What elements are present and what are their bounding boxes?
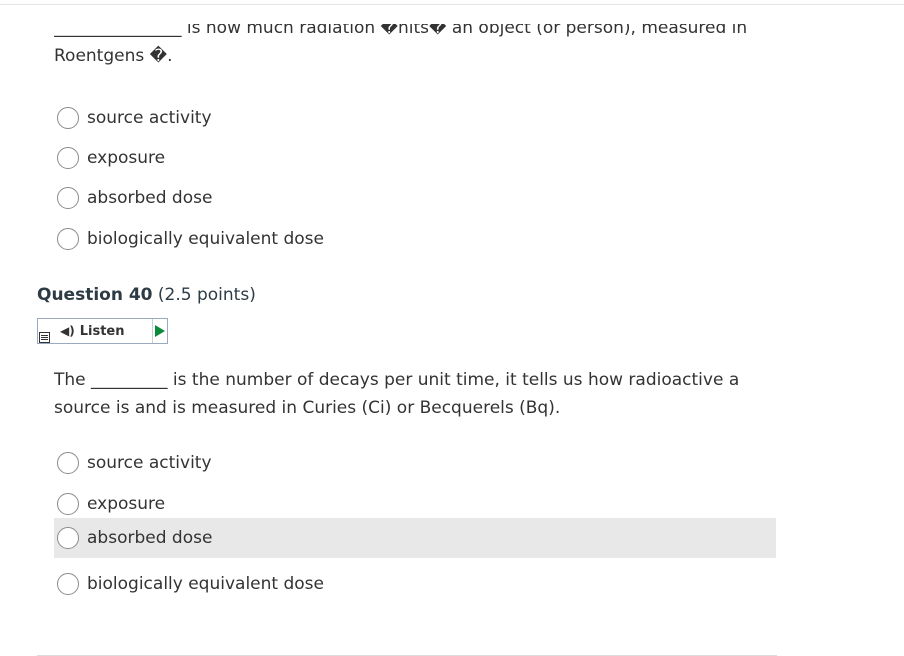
- menu-icon[interactable]: [39, 332, 50, 343]
- option-label: exposure: [87, 148, 166, 168]
- listen-button[interactable]: ◀) Listen: [38, 319, 153, 343]
- radio-button[interactable]: [57, 187, 79, 209]
- radio-button[interactable]: [57, 493, 79, 515]
- radio-button[interactable]: [57, 107, 79, 129]
- radio-button[interactable]: [57, 147, 79, 169]
- q40-option-source-activity[interactable]: source activity: [54, 443, 776, 483]
- question-40-text-line2: source is and is measured in Curies (Ci)…: [54, 398, 561, 418]
- play-icon: [155, 325, 165, 337]
- q39-option-biologically-equivalent-dose[interactable]: biologically equivalent dose: [54, 219, 776, 259]
- option-label: biologically equivalent dose: [87, 229, 324, 249]
- question-40-header: Question 40 (2.5 points): [37, 285, 256, 305]
- play-button[interactable]: [153, 319, 167, 343]
- q40-option-absorbed-dose[interactable]: absorbed dose: [54, 518, 776, 558]
- question-points: (2.5 points): [157, 285, 256, 305]
- radio-button[interactable]: [57, 452, 79, 474]
- q39-option-absorbed-dose[interactable]: absorbed dose: [54, 178, 776, 218]
- option-label: source activity: [87, 108, 212, 128]
- question-39-text-line2: Roentgens �.: [54, 46, 173, 66]
- question-number: Question 40: [37, 285, 153, 305]
- radio-button[interactable]: [57, 228, 79, 250]
- option-label: absorbed dose: [87, 188, 213, 208]
- option-label: absorbed dose: [87, 528, 213, 548]
- q39-option-source-activity[interactable]: source activity: [54, 98, 776, 138]
- speaker-icon: ◀): [60, 324, 75, 338]
- question-39-text: _______________ is how much radiation �h…: [54, 24, 774, 70]
- question-39-text-line1: _______________ is how much radiation �h…: [54, 24, 748, 38]
- radio-button[interactable]: [57, 527, 79, 549]
- q40-option-biologically-equivalent-dose[interactable]: biologically equivalent dose: [54, 564, 776, 604]
- option-label: source activity: [87, 453, 212, 473]
- option-label: exposure: [87, 494, 166, 514]
- radio-button[interactable]: [57, 573, 79, 595]
- listen-toolbar: ◀) Listen: [37, 318, 168, 344]
- q39-option-exposure[interactable]: exposure: [54, 138, 776, 178]
- question-40-text-line1: The _________ is the number of decays pe…: [54, 370, 740, 390]
- option-label: biologically equivalent dose: [87, 574, 324, 594]
- question-40-text: The _________ is the number of decays pe…: [54, 366, 774, 422]
- listen-label: Listen: [79, 323, 125, 339]
- top-divider: [0, 4, 904, 5]
